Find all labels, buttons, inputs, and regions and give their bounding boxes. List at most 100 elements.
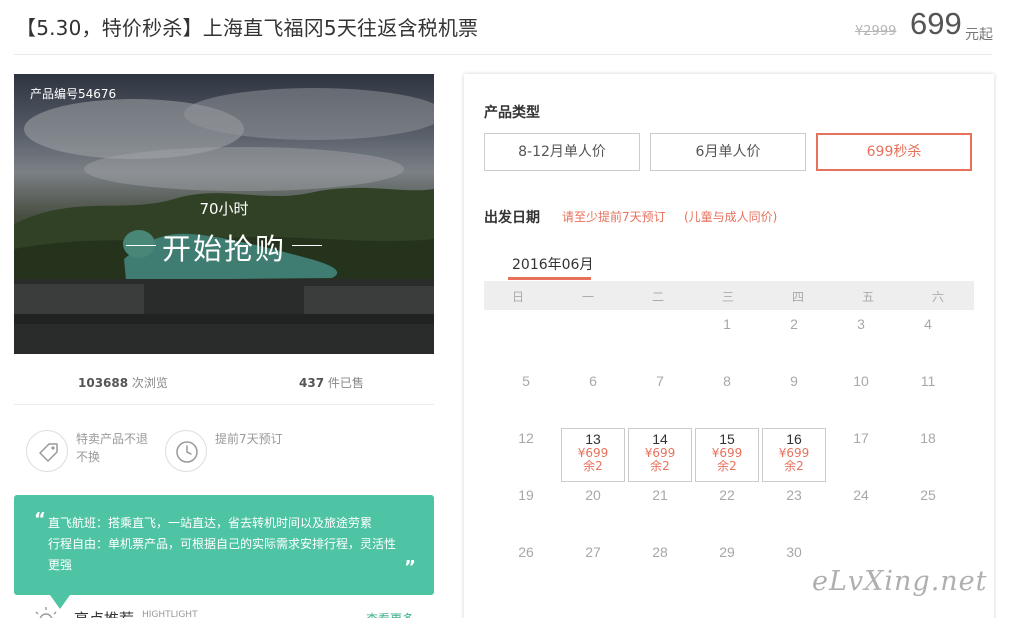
weekday-label: 三 — [721, 290, 734, 304]
day-number: 10 — [853, 373, 869, 389]
product-type-label: 产品类型 — [484, 105, 540, 121]
calendar-day: 1 — [695, 314, 759, 368]
calendar-day: 6 — [561, 371, 625, 425]
day-number: 14 — [652, 431, 668, 447]
day-number: 27 — [585, 544, 601, 560]
weekday-label: 四 — [791, 290, 804, 304]
calendar-day: 24 — [829, 485, 893, 539]
day-number: 3 — [857, 316, 865, 332]
day-number: 26 — [518, 544, 534, 560]
day-remaining: 余2 — [583, 459, 603, 473]
day-number: 12 — [518, 430, 534, 446]
day-number: 15 — [719, 431, 735, 447]
day-number: 7 — [656, 373, 664, 389]
calendar-day: 28 — [628, 542, 692, 596]
calendar-day: 4 — [896, 314, 960, 368]
highlight-header: 亮点推荐 HIGHTLIGHT 查看更多 — [14, 602, 434, 618]
cta-right-dash — [292, 245, 322, 246]
calendar-day: 29 — [695, 542, 759, 596]
day-remaining: 余2 — [717, 459, 737, 473]
calendar-day: 25 — [896, 485, 960, 539]
day-number: 9 — [790, 373, 798, 389]
weekday-header: 日一二三四五六 — [484, 281, 974, 310]
watermark: eLvXing.net — [812, 566, 988, 597]
day-number: 8 — [723, 373, 731, 389]
day-number: 16 — [786, 431, 802, 447]
calendar-day: 27 — [561, 542, 625, 596]
type-option-aug-dec[interactable]: 8-12月单人价 — [484, 133, 640, 171]
calendar-day: 19 — [494, 485, 558, 539]
calendar-day: 7 — [628, 371, 692, 425]
day-number: 20 — [585, 487, 601, 503]
calendar-day: 17 — [829, 428, 893, 482]
view-count: 103688 次浏览 — [78, 376, 168, 390]
highlight-en-label: HIGHTLIGHT — [142, 610, 198, 618]
advance-notice: 请至少提前7天预订 — [562, 210, 666, 224]
weekday-label: 六 — [931, 290, 944, 304]
calendar-day: 10 — [829, 371, 893, 425]
product-title: 【5.30，特价秒杀】上海直飞福冈5天往返含税机票 — [16, 16, 479, 40]
day-number: 13 — [585, 431, 601, 447]
calendar-day: 2 — [762, 314, 826, 368]
day-number: 19 — [518, 487, 534, 503]
advance-booking-policy: 提前7天预订 — [215, 432, 283, 446]
day-number: 5 — [522, 373, 530, 389]
price-unit: 元起 — [965, 27, 993, 43]
day-number: 28 — [652, 544, 668, 560]
sold-count: 437 件已售 — [299, 376, 364, 390]
month-underline — [508, 277, 591, 280]
weekday-label: 二 — [651, 290, 664, 304]
view-more-link[interactable]: 查看更多 — [366, 610, 414, 618]
weekday-label: 五 — [861, 290, 874, 304]
calendar-day: 5 — [494, 371, 558, 425]
day-number: 29 — [719, 544, 735, 560]
calendar-month[interactable]: 2016年06月 — [512, 254, 593, 274]
departure-date-label: 出发日期 — [484, 210, 540, 226]
calendar-day: 11 — [896, 371, 960, 425]
weekday-label: 一 — [581, 290, 594, 304]
start-buying-cta[interactable]: 开始抢购 — [14, 226, 434, 268]
feature-quote: “ 直飞航班：搭乘直飞，一站直达，省去转机时间以及旅途劳累 行程自由：单机票产品… — [14, 495, 434, 595]
calendar-day: 18 — [896, 428, 960, 482]
clock-icon — [165, 430, 207, 472]
sun-icon — [35, 607, 57, 618]
no-refund-policy: 特卖产品不退不换 — [76, 432, 149, 464]
sale-price: 699 — [910, 6, 962, 41]
quote-line: 更强 — [48, 558, 73, 572]
day-remaining: 余2 — [784, 459, 804, 473]
calendar-day: 21 — [628, 485, 692, 539]
calendar-day-available[interactable]: 15 ¥699 余2 — [695, 428, 759, 482]
day-number: 1 — [723, 316, 731, 332]
quote-line: 行程自由：单机票产品，可根据自己的实际需求安排行程，灵活性 — [48, 537, 397, 551]
day-number: 22 — [719, 487, 735, 503]
type-option-june[interactable]: 6月单人价 — [650, 133, 806, 171]
day-number: 25 — [920, 487, 936, 503]
original-price: ¥2999 — [855, 24, 897, 39]
highlight-title: 亮点推荐 — [74, 608, 134, 618]
day-number: 17 — [853, 430, 869, 446]
day-number: 6 — [589, 373, 597, 389]
calendar-day: 23 — [762, 485, 826, 539]
day-number: 30 — [786, 544, 802, 560]
day-number: 23 — [786, 487, 802, 503]
child-price-notice: (儿童与成人同价) — [684, 210, 778, 224]
calendar-day-available[interactable]: 16 ¥699 余2 — [762, 428, 826, 482]
calendar-day-available[interactable]: 14 ¥699 余2 — [628, 428, 692, 482]
quote-lines: 直飞航班：搭乘直飞，一站直达，省去转机时间以及旅途劳累 行程自由：单机票产品，可… — [48, 513, 418, 576]
hero-banner[interactable]: 产品编号54676 70小时 开始抢购 — [14, 74, 434, 354]
product-stats: 103688 次浏览 437 件已售 — [14, 366, 434, 396]
quote-close-icon: ” — [404, 557, 416, 578]
weekday-label: 日 — [511, 290, 524, 304]
calendar-day: 9 — [762, 371, 826, 425]
calendar-day: 20 — [561, 485, 625, 539]
stats-divider — [14, 404, 434, 405]
calendar-day: 8 — [695, 371, 759, 425]
day-number: 2 — [790, 316, 798, 332]
quote-open-icon: “ — [34, 509, 46, 530]
day-number: 18 — [920, 430, 936, 446]
type-option-flash-sale[interactable]: 699秒杀 — [816, 133, 972, 171]
header-divider — [14, 54, 992, 55]
day-remaining: 余2 — [650, 459, 670, 473]
calendar-day: 22 — [695, 485, 759, 539]
calendar-day-available[interactable]: 13 ¥699 余2 — [561, 428, 625, 482]
